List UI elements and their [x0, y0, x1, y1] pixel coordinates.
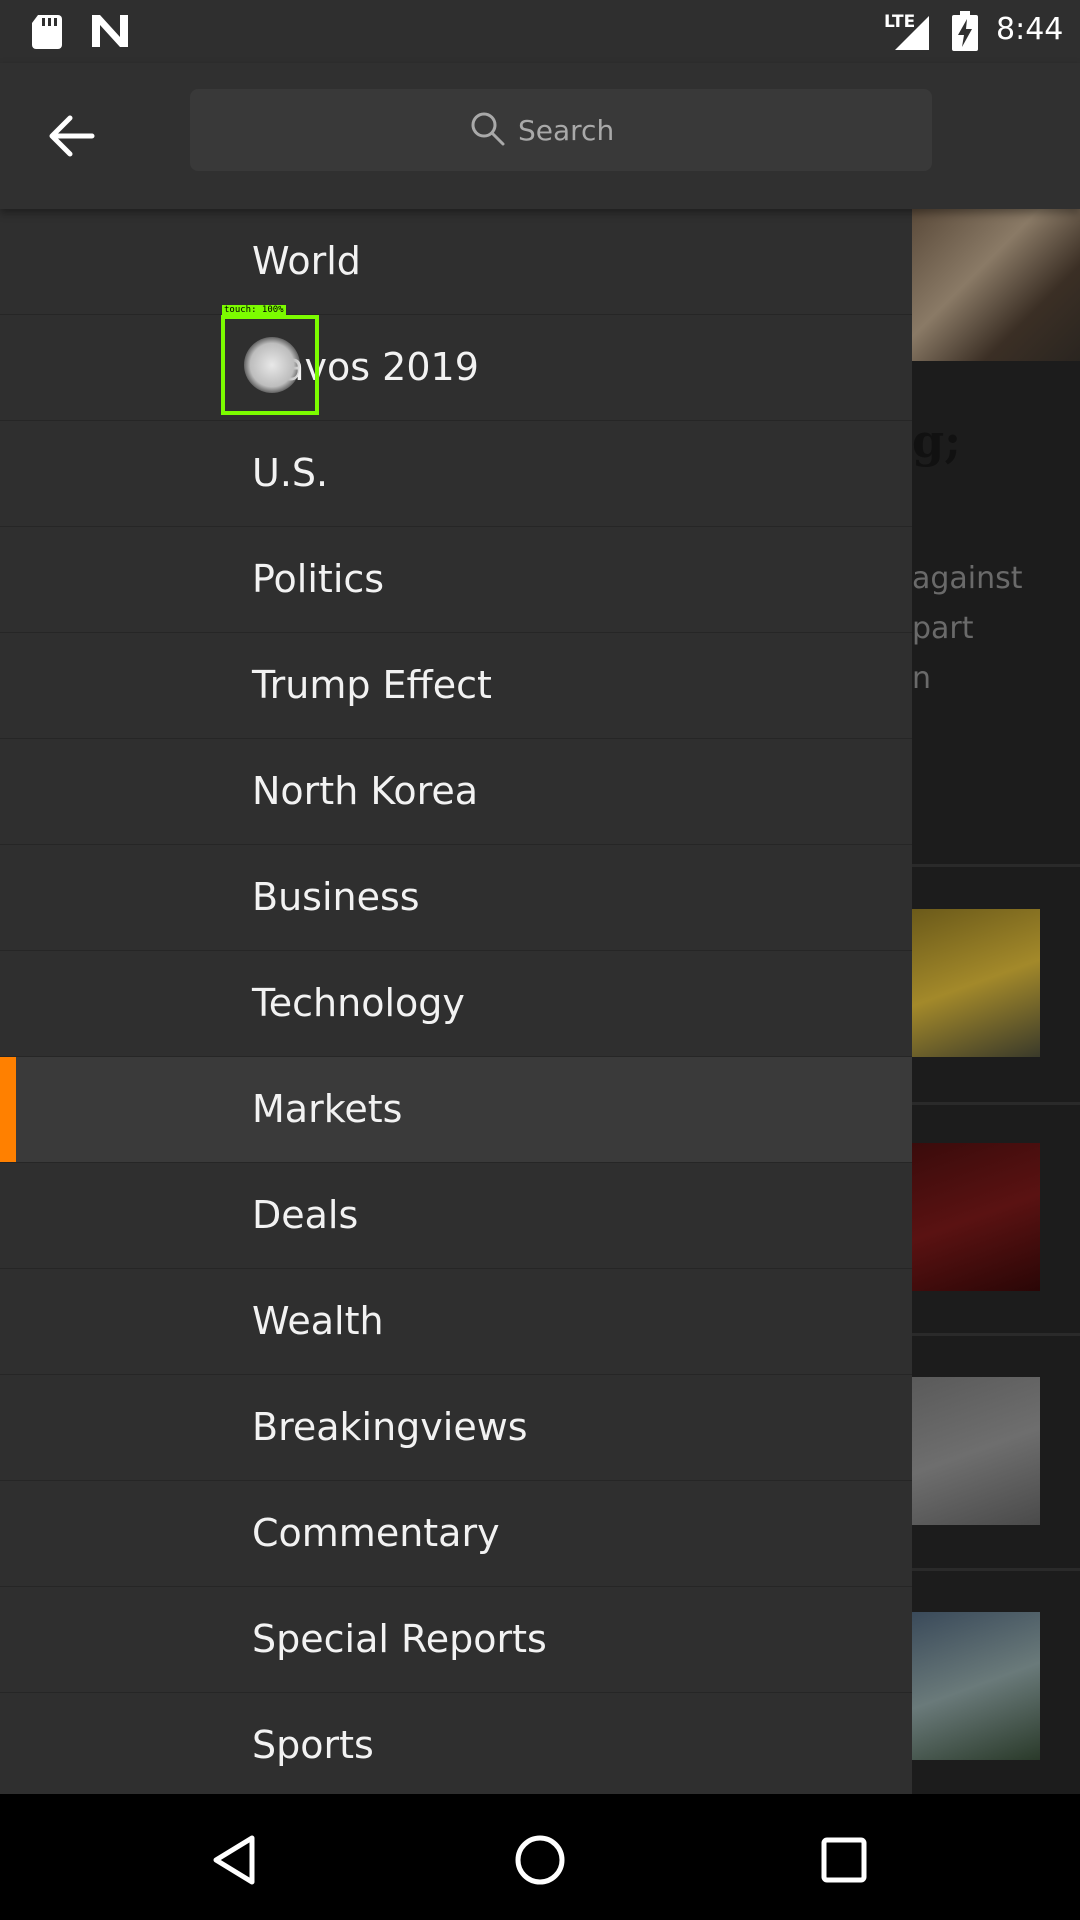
menu-item-label: Breakingviews	[252, 1405, 528, 1449]
search-input[interactable]	[516, 107, 900, 153]
menu-item-politics[interactable]: Politics	[0, 527, 912, 633]
menu-item-label: North Korea	[252, 769, 479, 813]
menu-item-davos-2019[interactable]: Davos 2019	[0, 315, 912, 421]
menu-item-label: Markets	[252, 1087, 403, 1131]
menu-item-label: World	[252, 239, 361, 283]
section-drawer: World Davos 2019 U.S. Politics Trump Eff…	[0, 209, 912, 1794]
menu-item-label: Trump Effect	[252, 663, 492, 707]
clock: 8:44	[996, 12, 1064, 47]
menu-item-label: Business	[252, 875, 420, 919]
menu-item-north-korea[interactable]: North Korea	[0, 739, 912, 845]
menu-item-breakingviews[interactable]: Breakingviews	[0, 1375, 912, 1481]
feed-divider	[912, 1102, 1080, 1105]
article-feed-background: g; against part n	[912, 209, 1080, 1794]
search-bar[interactable]	[190, 89, 932, 171]
back-arrow-icon[interactable]	[44, 108, 100, 164]
article-thumbnail	[912, 1377, 1040, 1525]
menu-item-trump-effect[interactable]: Trump Effect	[0, 633, 912, 739]
nav-recents-icon[interactable]	[816, 1832, 872, 1888]
app-header	[0, 63, 1080, 209]
article-thumbnail	[912, 909, 1040, 1057]
menu-item-markets[interactable]: Markets	[0, 1057, 912, 1163]
menu-item-special-reports[interactable]: Special Reports	[0, 1587, 912, 1693]
menu-item-label: Politics	[252, 557, 385, 601]
menu-item-label: Sports	[252, 1723, 374, 1767]
hero-image	[912, 209, 1080, 361]
menu-item-label: Deals	[252, 1193, 359, 1237]
signal-icon	[895, 16, 929, 50]
menu-item-world[interactable]: World	[0, 209, 912, 315]
menu-item-deals[interactable]: Deals	[0, 1163, 912, 1269]
menu-item-wealth[interactable]: Wealth	[0, 1269, 912, 1375]
article-thumbnail	[912, 1612, 1040, 1760]
status-bar: LTE 8:44	[0, 0, 1080, 63]
feed-divider	[912, 1568, 1080, 1571]
menu-item-us[interactable]: U.S.	[0, 421, 912, 527]
menu-item-label: Technology	[252, 981, 465, 1025]
nav-home-icon[interactable]	[512, 1832, 568, 1888]
touch-point	[244, 337, 300, 393]
feed-divider	[912, 864, 1080, 867]
menu-item-label: Commentary	[252, 1511, 500, 1555]
n-notification-icon	[92, 15, 128, 47]
menu-item-label: Special Reports	[252, 1617, 547, 1661]
summary-fragment: against part n	[912, 561, 1023, 696]
search-icon	[471, 112, 505, 146]
headline-fragment: g;	[912, 414, 962, 468]
battery-charging-icon	[952, 11, 978, 51]
sd-card-icon	[32, 15, 62, 49]
menu-item-label: Wealth	[252, 1299, 384, 1343]
article-thumbnail	[912, 1143, 1040, 1291]
nav-back-icon[interactable]	[208, 1832, 264, 1888]
menu-item-commentary[interactable]: Commentary	[0, 1481, 912, 1587]
system-navigation-bar	[0, 1794, 1080, 1920]
menu-item-technology[interactable]: Technology	[0, 951, 912, 1057]
menu-item-business[interactable]: Business	[0, 845, 912, 951]
menu-item-sports[interactable]: Sports	[0, 1693, 912, 1794]
touch-indicator-label: touch: 100%	[222, 305, 286, 315]
menu-item-label: U.S.	[252, 451, 329, 495]
feed-divider	[912, 1333, 1080, 1336]
